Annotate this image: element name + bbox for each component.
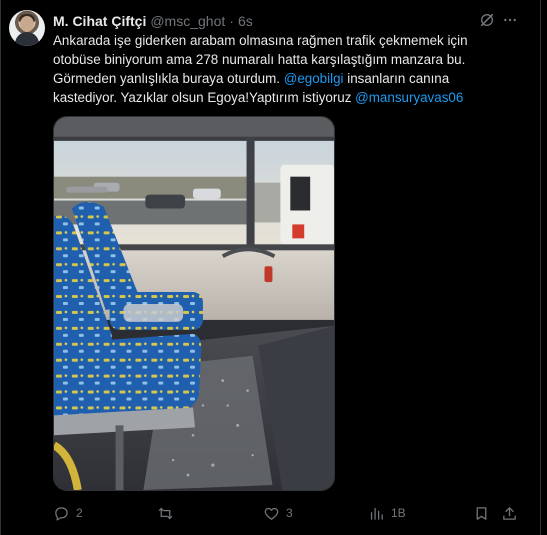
like-count: 3	[286, 506, 293, 520]
reply-icon	[55, 506, 68, 521]
bus-seat-photo	[54, 117, 334, 490]
tweet-actions: 2 3 1B	[53, 503, 523, 523]
tweet-time[interactable]: 6s	[238, 13, 253, 29]
reply-button[interactable]: 2	[53, 503, 83, 523]
more-icon[interactable]	[501, 12, 519, 28]
author-name[interactable]: M. Cihat Çiftçi	[53, 13, 146, 29]
heart-icon	[264, 507, 279, 520]
tweet-photo[interactable]	[53, 116, 335, 491]
right-divider	[540, 0, 541, 535]
header-separator: ·	[229, 13, 234, 29]
bookmark-icon	[476, 506, 487, 520]
avatar-head	[20, 16, 34, 32]
grok-icon[interactable]	[479, 12, 495, 28]
mention-mansuryavas06[interactable]: @mansuryavas06	[355, 90, 463, 105]
author-handle[interactable]: @msc_ghot	[150, 13, 225, 29]
avatar[interactable]	[9, 10, 45, 46]
mention-egobilgi[interactable]: @egobilgi	[284, 71, 344, 86]
reply-count: 2	[76, 506, 83, 520]
share-button[interactable]	[501, 503, 524, 523]
like-button[interactable]: 3	[263, 503, 293, 523]
retweet-icon	[158, 507, 173, 519]
retweet-button[interactable]	[157, 503, 180, 523]
bookmark-button[interactable]	[473, 503, 496, 523]
avatar-body	[15, 32, 39, 46]
share-icon	[503, 506, 516, 520]
tweet-text: Ankarada işe giderken arabam olmasına ra…	[53, 31, 491, 107]
tweet-header: M. Cihat Çiftçi @msc_ghot · 6s	[53, 11, 253, 31]
views-button[interactable]: 1B	[368, 503, 406, 523]
views-count: 1B	[391, 506, 406, 520]
views-icon	[370, 507, 383, 520]
tweet-frame: M. Cihat Çiftçi @msc_ghot · 6s Ankarada …	[0, 0, 547, 535]
tweet[interactable]: M. Cihat Çiftçi @msc_ghot · 6s Ankarada …	[1, 0, 540, 535]
